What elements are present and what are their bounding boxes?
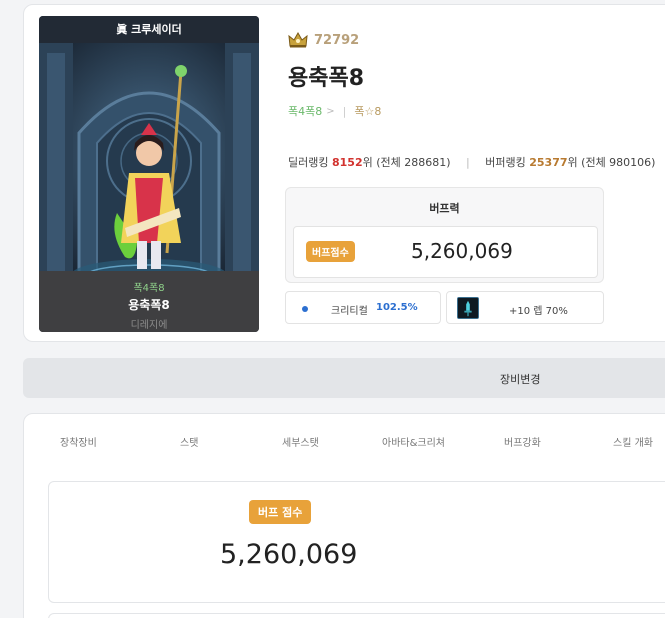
dealer-rank-total: (전체 288681) [376, 156, 451, 169]
profile-card: 眞 크루세이더 폭4폭8 용축폭8 디레지에 72792 용축폭8 폭4폭8 >… [23, 4, 665, 342]
dealer-rank-label: 딜러랭킹 [288, 156, 329, 169]
buffer-rank-unit: 위 [567, 156, 578, 169]
guild-tag[interactable]: 폭☆8 [354, 103, 381, 119]
crown-emblem-icon [288, 32, 308, 48]
tab-detail-stats[interactable]: 세부스탯 [282, 434, 319, 449]
tab-skill-bloom[interactable]: 스킬 개화 [613, 434, 653, 449]
tab-stats[interactable]: 스탯 [180, 434, 198, 449]
ranking-row: 딜러랭킹 8152위 (전체 288681) | 버퍼랭킹 25377위 (전체… [288, 154, 655, 170]
buffer-rank-total: (전체 980106) [581, 156, 656, 169]
item-stat-box: +10 렙 70% [446, 291, 604, 324]
tab-buff-enhance[interactable]: 버프강화 [504, 434, 541, 449]
rank-divider: | [466, 156, 470, 169]
buff-score-badge: 버프점수 [306, 241, 355, 262]
buffer-rank-value: 25377 [529, 156, 568, 169]
crit-label: 크리티컬 [331, 306, 368, 317]
item-label: +10 렙 70% [509, 306, 568, 317]
content-card: 장착장비 스탯 세부스탯 아바타&크리쳐 버프강화 스킬 개화 버프 점수 5,… [23, 413, 665, 618]
equip-change-label: 장비변경 [500, 373, 541, 386]
crit-value: 102.5% [376, 302, 418, 313]
level-row: 72792 [288, 32, 359, 48]
buff-score-badge-large: 버프 점수 [249, 500, 312, 524]
character-name-title: 용축폭8 [288, 66, 365, 91]
character-server: 디레지에 [130, 320, 168, 331]
next-panel [48, 613, 665, 618]
character-job: 眞 크루세이더 [39, 16, 259, 43]
character-name: 용축폭8 [128, 298, 170, 312]
buff-power-box: 버프력 버프점수 5,260,069 [285, 187, 604, 283]
chevron-right-icon: > [326, 105, 335, 117]
buff-score-panel: 버프 점수 5,260,069 [48, 481, 665, 603]
buff-score-value: 5,260,069 [220, 539, 358, 570]
dealer-rank-value: 8152 [331, 156, 363, 169]
crit-stat-box: 크리티컬 102.5% [285, 291, 441, 324]
buffer-rank-label: 버퍼랭킹 [485, 156, 526, 169]
level-number: 72792 [314, 32, 360, 48]
character-panel: 眞 크루세이더 폭4폭8 용축폭8 디레지에 [39, 16, 259, 332]
buff-power-inner: 버프점수 5,260,069 [293, 226, 598, 278]
character-adventure: 폭4폭8 [133, 283, 165, 294]
buff-power-heading: 버프력 [429, 202, 460, 215]
tab-avatar-creature[interactable]: 아바타&크리쳐 [382, 434, 445, 449]
character-footer: 폭4폭8 용축폭8 디레지에 [39, 271, 259, 332]
sword-item-icon[interactable] [457, 297, 479, 319]
adventure-tag[interactable]: 폭4폭8 [288, 103, 322, 119]
equip-change-button[interactable]: 장비변경 [23, 358, 665, 398]
tab-equipment[interactable]: 장착장비 [60, 434, 97, 449]
character-portrait [39, 43, 259, 287]
dealer-rank-unit: 위 [362, 156, 373, 169]
tag-separator: | [342, 104, 347, 118]
buff-power-value: 5,260,069 [411, 239, 513, 263]
tags-row: 폭4폭8 > | 폭☆8 [288, 103, 381, 119]
crit-dot-icon [302, 306, 308, 312]
